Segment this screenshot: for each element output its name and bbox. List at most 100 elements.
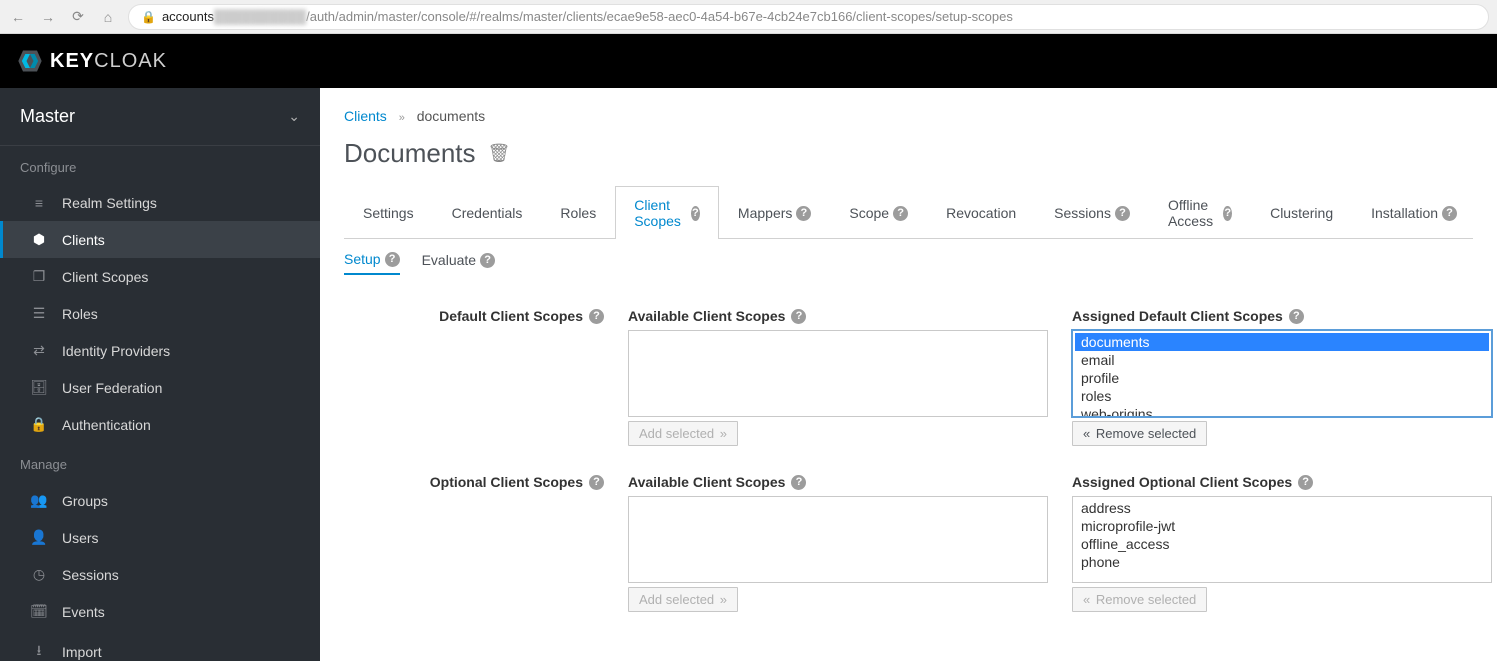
sidebar-item-realm-settings[interactable]: ≡Realm Settings — [0, 185, 320, 221]
help-icon[interactable]: ? — [1289, 309, 1304, 324]
sidebar-item-sessions[interactable]: ◷ Sessions — [0, 556, 320, 593]
help-icon[interactable]: ? — [791, 309, 806, 324]
realm-name: Master — [20, 106, 75, 127]
forward-icon[interactable]: → — [38, 7, 58, 27]
nav-item-label: Clients — [62, 232, 105, 248]
sidebar-item-users[interactable]: 👤Users — [0, 519, 320, 556]
help-icon[interactable]: ? — [893, 206, 908, 221]
sidebar-item-roles[interactable]: ☰ Roles — [0, 295, 320, 332]
add-selected-default-button[interactable]: Add selected » — [628, 421, 738, 446]
nav-item-label: User Federation — [62, 380, 162, 396]
help-icon[interactable]: ? — [589, 475, 604, 490]
help-icon[interactable]: ? — [1442, 206, 1457, 221]
content-area: Clients » documents Documents 🗑 Settings… — [320, 88, 1497, 661]
nav-item-label: Sessions — [62, 567, 119, 583]
optional-scopes-label: Optional Client Scopes ? — [344, 474, 604, 490]
help-icon[interactable]: ? — [791, 475, 806, 490]
nav-item-label: Events — [62, 604, 105, 620]
help-icon[interactable]: ? — [385, 252, 400, 267]
list-item[interactable]: phone — [1075, 553, 1489, 571]
sidebar-item-user-federation[interactable]: 🗄 User Federation — [0, 369, 320, 406]
subtab-evaluate[interactable]: Evaluate? — [422, 251, 495, 275]
assigned-optional-label: Assigned Optional Client Scopes ? — [1072, 474, 1492, 490]
list-item[interactable]: profile — [1075, 369, 1489, 387]
help-icon[interactable]: ? — [691, 206, 700, 221]
nav-item-label: Groups — [62, 493, 108, 509]
url-bar[interactable]: 🔒 accounts ██████████ /auth/admin/master… — [128, 4, 1489, 30]
available-default-label: Available Client Scopes ? — [628, 308, 1048, 324]
sidebar-item-groups[interactable]: 👥 Groups — [0, 482, 320, 519]
sliders-icon: ≡ — [30, 195, 48, 211]
database-icon: 🗄 — [30, 379, 48, 396]
nav-section-title: Manage — [0, 443, 320, 482]
tab-credentials[interactable]: Credentials — [433, 186, 542, 239]
help-icon[interactable]: ? — [480, 253, 495, 268]
reload-icon[interactable]: ⟳ — [68, 7, 88, 27]
list-item[interactable]: email — [1075, 351, 1489, 369]
nav-item-label: Identity Providers — [62, 343, 170, 359]
home-icon[interactable]: ⌂ — [98, 7, 118, 27]
tab-mappers[interactable]: Mappers? — [719, 186, 830, 239]
help-icon[interactable]: ? — [1223, 206, 1232, 221]
list-item[interactable]: offline_access — [1075, 535, 1489, 553]
lock-icon: 🔒 — [30, 416, 48, 433]
chevron-down-icon: ⌄ — [288, 108, 300, 125]
sidebar-item-authentication[interactable]: 🔒Authentication — [0, 406, 320, 443]
cube-icon: ⬢ — [30, 231, 48, 248]
sidebar: Master ⌄ Configure≡Realm Settings⬢Client… — [0, 88, 320, 661]
sidebar-item-identity-providers[interactable]: ⇄Identity Providers — [0, 332, 320, 369]
tab-settings[interactable]: Settings — [344, 186, 433, 239]
user-icon: 👤 — [30, 529, 48, 546]
assigned-optional-listbox[interactable]: addressmicroprofile-jwtoffline_accesspho… — [1072, 496, 1492, 583]
add-selected-optional-button[interactable]: Add selected » — [628, 587, 738, 612]
default-scopes-label: Default Client Scopes ? — [344, 308, 604, 324]
list-item[interactable]: web-origins — [1075, 405, 1489, 417]
back-icon[interactable]: ← — [8, 7, 28, 27]
subtab-setup[interactable]: Setup? — [344, 251, 400, 275]
list-item[interactable]: documents — [1075, 333, 1489, 351]
lock-icon: 🔒 — [141, 10, 156, 24]
tab-roles[interactable]: Roles — [541, 186, 615, 239]
realm-selector[interactable]: Master ⌄ — [0, 88, 320, 146]
breadcrumb: Clients » documents — [344, 108, 1473, 124]
groups-icon: 👥 — [30, 492, 48, 509]
tab-sessions[interactable]: Sessions? — [1035, 186, 1149, 239]
page-title: Documents 🗑 — [344, 138, 1473, 169]
sidebar-item-import[interactable]: ⭳ Import — [0, 630, 320, 661]
nav-item-label: Import — [62, 644, 102, 660]
list-item[interactable]: roles — [1075, 387, 1489, 405]
tab-revocation[interactable]: Revocation — [927, 186, 1035, 239]
tab-offline-access[interactable]: Offline Access? — [1149, 186, 1251, 239]
sidebar-item-clients[interactable]: ⬢ Clients — [0, 221, 320, 258]
delete-icon[interactable]: 🗑 — [488, 143, 511, 164]
url-path: /auth/admin/master/console/#/realms/mast… — [306, 9, 1013, 24]
url-host: accounts — [162, 9, 214, 24]
logo[interactable]: KEYCLOAK — [16, 47, 167, 75]
scopes-icon: ❐ — [30, 268, 48, 285]
available-default-listbox[interactable] — [628, 330, 1048, 417]
sidebar-item-events[interactable]: 🗓 Events — [0, 593, 320, 630]
nav-item-label: Roles — [62, 306, 98, 322]
tab-installation[interactable]: Installation? — [1352, 186, 1476, 239]
remove-selected-optional-button[interactable]: « Remove selected — [1072, 587, 1207, 612]
help-icon[interactable]: ? — [796, 206, 811, 221]
sidebar-item-client-scopes[interactable]: ❐Client Scopes — [0, 258, 320, 295]
tab-scope[interactable]: Scope? — [830, 186, 927, 239]
breadcrumb-root[interactable]: Clients — [344, 108, 387, 124]
list-item[interactable]: microprofile-jwt — [1075, 517, 1489, 535]
help-icon[interactable]: ? — [1298, 475, 1313, 490]
list-icon: ☰ — [30, 305, 48, 322]
tab-client-scopes[interactable]: Client Scopes? — [615, 186, 719, 239]
help-icon[interactable]: ? — [589, 309, 604, 324]
keycloak-logo-icon — [16, 47, 44, 75]
tab-clustering[interactable]: Clustering — [1251, 186, 1352, 239]
import-icon: ⭳ — [30, 640, 48, 661]
assigned-default-listbox[interactable]: documentsemailprofilerolesweb-origins — [1072, 330, 1492, 417]
calendar-icon: 🗓 — [30, 603, 48, 620]
remove-selected-default-button[interactable]: « Remove selected — [1072, 421, 1207, 446]
help-icon[interactable]: ? — [1115, 206, 1130, 221]
available-optional-label: Available Client Scopes ? — [628, 474, 1048, 490]
list-item[interactable]: address — [1075, 499, 1489, 517]
available-optional-listbox[interactable] — [628, 496, 1048, 583]
clock-icon: ◷ — [30, 566, 48, 583]
